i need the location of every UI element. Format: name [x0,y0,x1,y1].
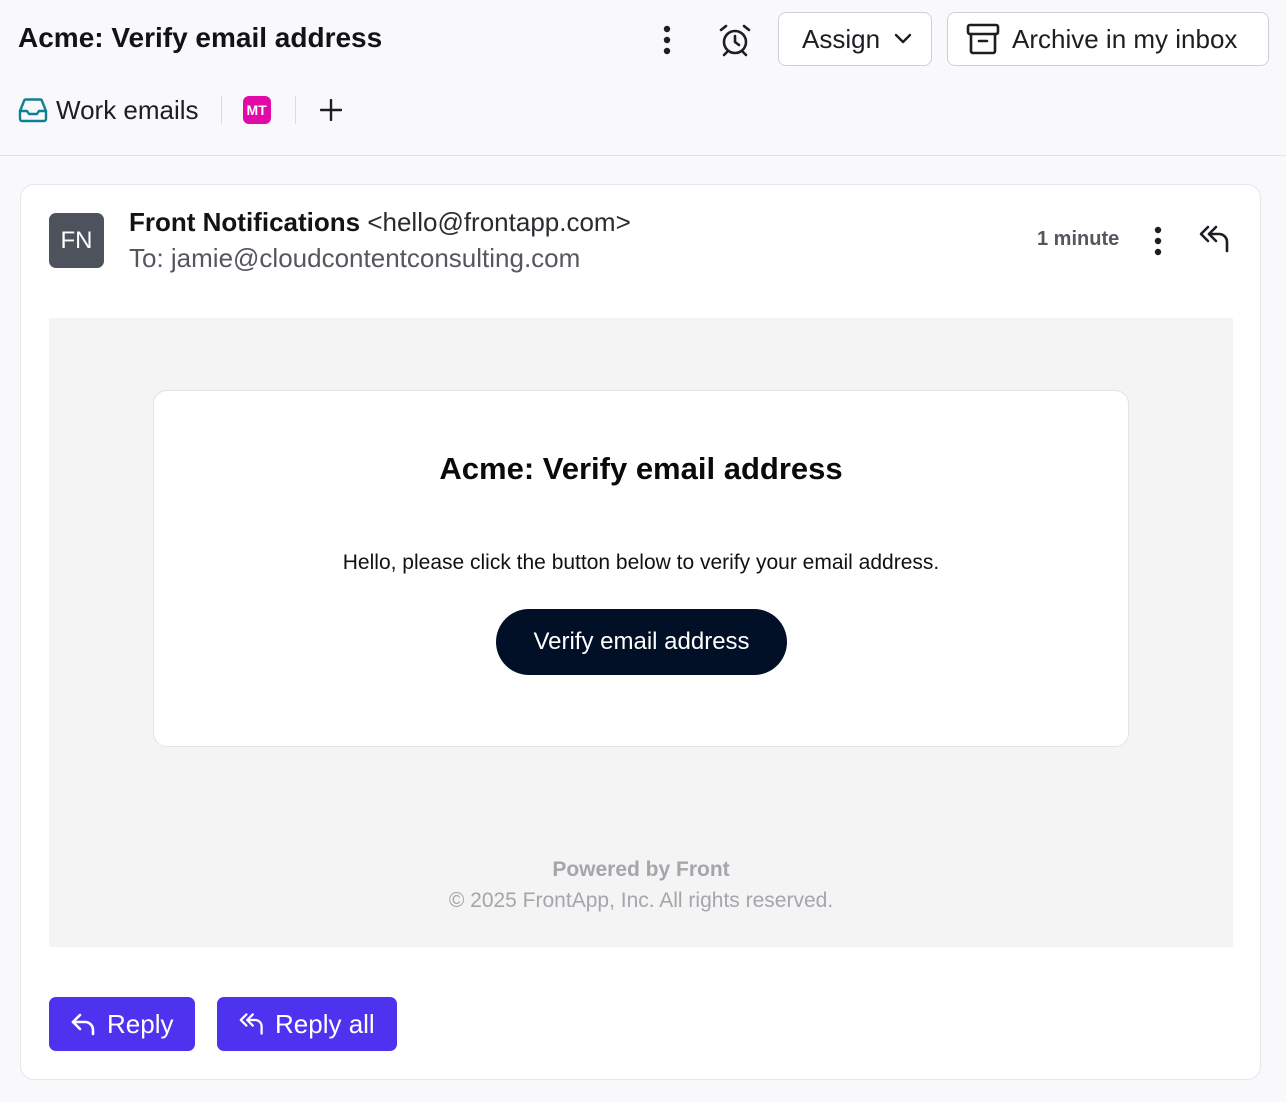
reply-arrow-icon [71,1012,97,1036]
message-more-button[interactable] [1139,221,1177,261]
email-content-card: Acme: Verify email address Hello, please… [153,390,1129,747]
add-tag-button[interactable] [313,92,349,128]
conversation-title: Acme: Verify email address [18,22,383,53]
inbox-tag-work-emails[interactable]: Work emails [18,95,199,126]
email-body: Acme: Verify email address Hello, please… [49,318,1233,947]
reply-all-button[interactable]: Reply all [217,997,397,1051]
snooze-button[interactable] [712,18,758,62]
assign-label: Assign [802,23,881,54]
assign-button[interactable]: Assign [778,12,932,66]
inbox-tag-label: Work emails [56,94,199,125]
reply-all-arrow-icon [1199,224,1231,254]
more-vertical-icon [1154,226,1162,256]
conversation-header: Acme: Verify email address Assign Archiv… [0,0,1286,156]
chevron-down-icon [894,33,912,45]
powered-by-text: Powered by Front [552,858,730,881]
alarm-clock-icon [717,22,753,58]
tag-divider [220,96,222,124]
email-heading: Acme: Verify email address [439,451,843,486]
recipient-line: To: jamie@cloudcontentconsulting.com [129,243,581,273]
reply-all-label: Reply all [275,1008,375,1039]
more-vertical-icon [663,25,671,55]
message-card: FN Front Notifications <hello@frontapp.c… [20,184,1261,1080]
conversation-more-button[interactable] [648,20,686,60]
email-text: Hello, please click the button below to … [342,551,940,574]
archive-label: Archive in my inbox [1012,23,1238,54]
sender-avatar: FN [49,213,104,268]
assignee-avatar[interactable]: MT [242,96,271,124]
conversation-tags-row: Work emails MT [18,88,349,132]
plus-icon [319,99,342,121]
reply-all-arrow-icon [239,1012,265,1036]
copyright-text: © 2025 FrontApp, Inc. All rights reserve… [448,889,834,912]
archive-button[interactable]: Archive in my inbox [947,12,1269,66]
sender-line: Front Notifications <hello@frontapp.com> [129,207,631,238]
tag-divider [294,96,296,124]
message-timestamp: 1 minute [1037,228,1120,250]
archive-box-icon [966,23,1000,55]
message-reply-all-button[interactable] [1193,217,1237,261]
reply-button[interactable]: Reply [49,997,195,1051]
sender-email: <hello@frontapp.com> [367,207,631,237]
inbox-tray-icon [18,97,48,123]
reply-label: Reply [107,1008,174,1039]
sender-name[interactable]: Front Notifications [129,207,360,237]
verify-email-button[interactable]: Verify email address [496,609,787,675]
